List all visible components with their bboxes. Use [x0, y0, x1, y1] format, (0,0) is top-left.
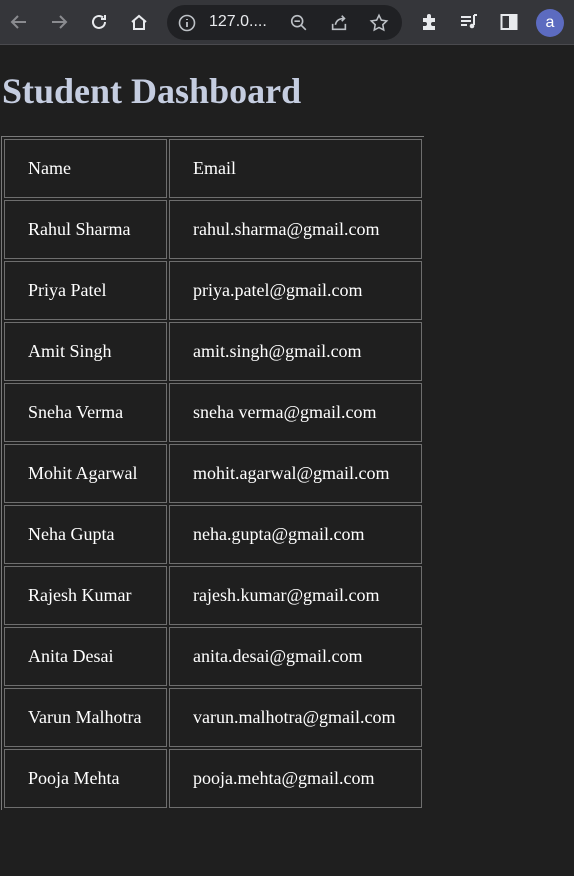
column-header-name: Name [4, 139, 167, 198]
table-row: Mohit Agarwal mohit.agarwal@gmail.com [4, 444, 422, 503]
column-header-email: Email [169, 139, 422, 198]
table-row: Anita Desai anita.desai@gmail.com [4, 627, 422, 686]
address-bar[interactable]: 127.0.... [167, 5, 402, 40]
forward-button[interactable] [43, 6, 75, 38]
table-row: Rahul Sharma rahul.sharma@gmail.com [4, 200, 422, 259]
table-row: Priya Patel priya.patel@gmail.com [4, 261, 422, 320]
student-email-cell: rahul.sharma@gmail.com [169, 200, 422, 259]
student-name-cell: Anita Desai [4, 627, 167, 686]
table-header-row: Name Email [4, 139, 422, 198]
puzzle-piece-icon [423, 14, 435, 30]
site-info-icon[interactable] [177, 13, 197, 33]
extensions-button[interactable] [413, 6, 445, 38]
share-icon [331, 15, 347, 31]
table-row: Neha Gupta neha.gupta@gmail.com [4, 505, 422, 564]
student-email-cell: varun.malhotra@gmail.com [169, 688, 422, 747]
student-name-cell: Varun Malhotra [4, 688, 167, 747]
star-icon [369, 13, 389, 32]
student-name-cell: Sneha Verma [4, 383, 167, 442]
page-content: Student Dashboard Name Email Rahul Sharm… [0, 46, 574, 876]
url-text: 127.0.... [209, 13, 267, 30]
playlist-music-icon [461, 14, 477, 29]
student-email-cell: anita.desai@gmail.com [169, 627, 422, 686]
student-name-cell: Priya Patel [4, 261, 167, 320]
home-button[interactable] [123, 6, 155, 38]
page-title: Student Dashboard [2, 71, 302, 111]
media-control-button[interactable] [453, 6, 485, 38]
student-name-cell: Neha Gupta [4, 505, 167, 564]
student-name-cell: Rahul Sharma [4, 200, 167, 259]
student-name-cell: Amit Singh [4, 322, 167, 381]
home-icon [131, 14, 147, 30]
zoom-button[interactable] [288, 12, 310, 34]
zoom-out-icon [290, 14, 307, 31]
table-row: Varun Malhotra varun.malhotra@gmail.com [4, 688, 422, 747]
table-row: Pooja Mehta pooja.mehta@gmail.com [4, 749, 422, 808]
student-name-cell: Rajesh Kumar [4, 566, 167, 625]
student-email-cell: rajesh.kumar@gmail.com [169, 566, 422, 625]
table-row: Rajesh Kumar rajesh.kumar@gmail.com [4, 566, 422, 625]
table-row: Amit Singh amit.singh@gmail.com [4, 322, 422, 381]
student-email-cell: pooja.mehta@gmail.com [169, 749, 422, 808]
back-button[interactable] [3, 6, 35, 38]
share-button[interactable] [328, 12, 350, 34]
student-email-cell: sneha verma@gmail.com [169, 383, 422, 442]
profile-avatar[interactable]: a [536, 9, 564, 37]
student-name-cell: Mohit Agarwal [4, 444, 167, 503]
reload-icon [92, 14, 106, 29]
student-name-cell: Pooja Mehta [4, 749, 167, 808]
bookmark-button[interactable] [368, 12, 390, 34]
student-email-cell: priya.patel@gmail.com [169, 261, 422, 320]
student-email-cell: neha.gupta@gmail.com [169, 505, 422, 564]
side-panel-button[interactable] [493, 6, 525, 38]
forward-arrow-icon [52, 15, 68, 29]
student-email-cell: amit.singh@gmail.com [169, 322, 422, 381]
side-panel-icon [500, 14, 518, 30]
student-email-cell: mohit.agarwal@gmail.com [169, 444, 422, 503]
reload-button[interactable] [83, 6, 115, 38]
table-row: Sneha Verma sneha verma@gmail.com [4, 383, 422, 442]
back-arrow-icon [10, 15, 26, 29]
students-table: Name Email Rahul Sharma rahul.sharma@gma… [1, 136, 424, 810]
browser-toolbar: 127.0.... a [0, 0, 574, 45]
